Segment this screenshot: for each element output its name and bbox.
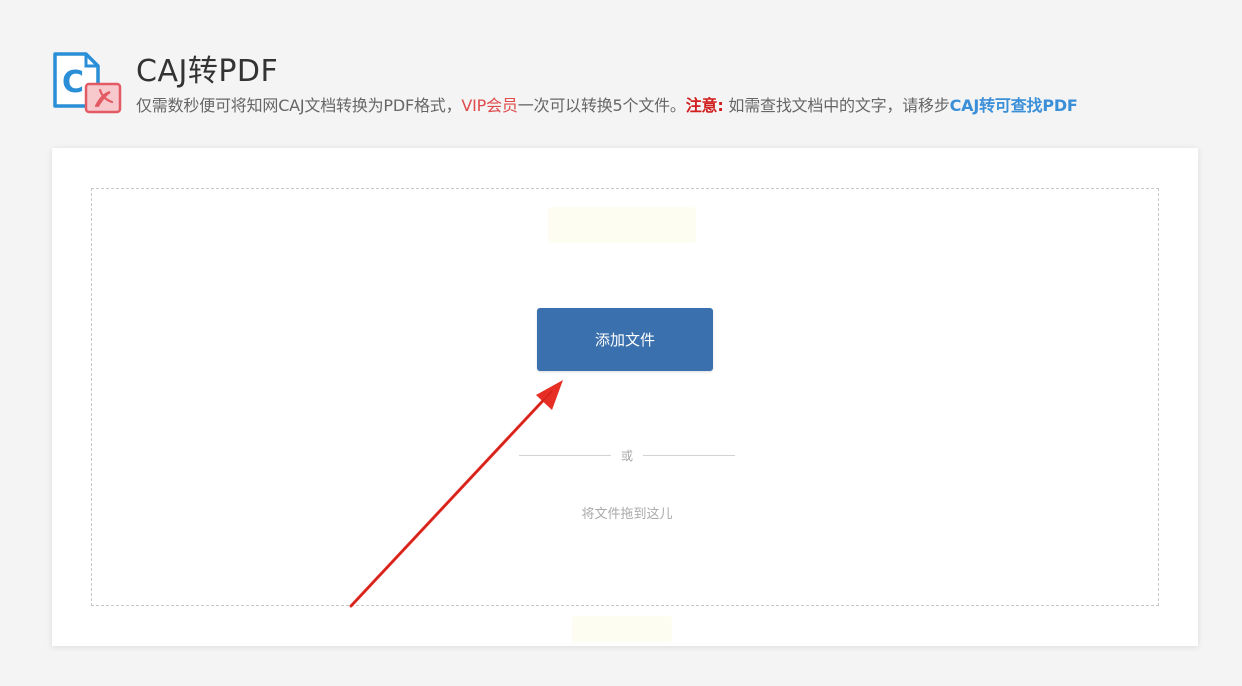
faded-footer-banner	[572, 616, 672, 642]
divider-line-right	[643, 454, 735, 456]
caj-searchable-pdf-link[interactable]: CAJ转可查找PDF	[950, 96, 1078, 115]
page-title: CAJ转PDF	[136, 54, 279, 89]
divider-line-left	[518, 454, 611, 456]
page-header: C CAJ转PDF 仅需数秒便可将知网CAJ文档转换为PDF格式，VIP会员一次…	[52, 44, 1212, 124]
upload-card: 添加文件 或 将文件拖到这儿	[52, 148, 1198, 646]
or-text: 或	[620, 448, 633, 463]
caj-to-pdf-logo-icon: C	[53, 52, 122, 114]
logo-letter: C	[62, 65, 84, 100]
page-subtitle: 仅需数秒便可将知网CAJ文档转换为PDF格式，VIP会员一次可以转换5个文件。注…	[136, 92, 1078, 116]
faded-banner	[548, 207, 696, 243]
add-file-button[interactable]: 添加文件	[537, 308, 713, 371]
file-drop-zone[interactable]: 添加文件 或 将文件拖到这儿	[91, 188, 1159, 606]
subtitle-text-3: 如需查找文档中的文字，请移步	[723, 96, 950, 115]
or-divider: 或	[517, 446, 737, 464]
note-label: 注意:	[685, 96, 724, 115]
vip-member-text: VIP会员	[461, 96, 518, 115]
subtitle-text: 仅需数秒便可将知网CAJ文档转换为PDF格式，	[136, 96, 462, 115]
subtitle-text-2: 一次可以转换5个文件。	[517, 96, 686, 115]
drag-hint-text: 将文件拖到这儿	[581, 507, 673, 522]
